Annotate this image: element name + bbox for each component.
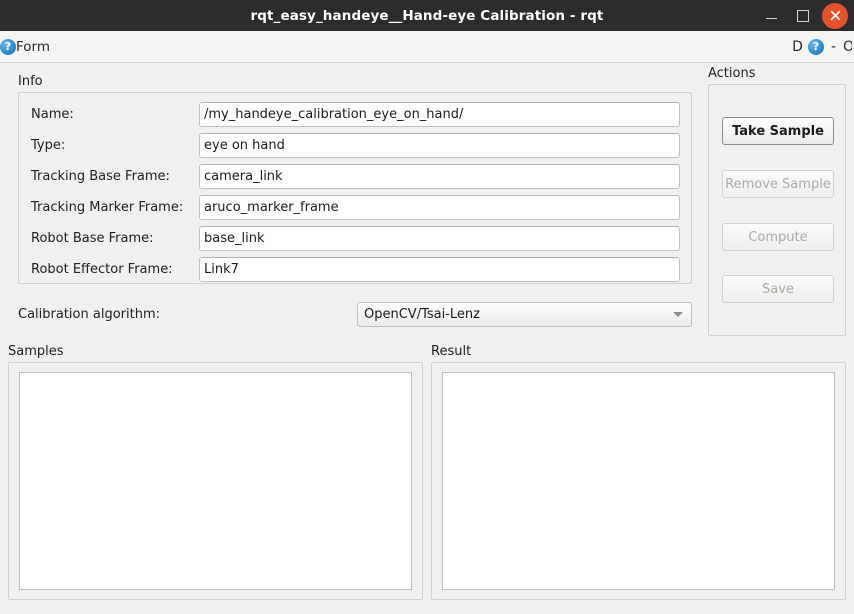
field-row-tracking-marker-frame: Tracking Marker Frame: [31,195,680,220]
samples-group-frame [8,362,423,600]
tracking-base-frame-label: Tracking Base Frame: [31,169,170,184]
tracking-base-frame-input[interactable] [199,164,680,189]
tracking-marker-frame-label: Tracking Marker Frame: [31,200,184,215]
robot-effector-frame-input[interactable] [199,257,680,282]
type-input[interactable] [199,133,680,158]
take-sample-button[interactable]: Take Sample [722,117,834,145]
calibration-algorithm-label: Calibration algorithm: [18,307,160,322]
remove-sample-button[interactable]: Remove Sample [722,170,834,198]
samples-group-title: Samples [8,344,64,359]
maximize-icon [797,9,809,22]
result-list[interactable] [442,372,835,590]
save-button[interactable]: Save [722,275,834,303]
close-icon [830,10,840,21]
field-row-robot-effector-frame: Robot Effector Frame: [31,257,680,282]
calibration-algorithm-value: OpenCV/Tsai-Lenz [364,307,480,322]
plugin-name-label: Form [16,38,51,55]
name-label: Name: [31,107,74,122]
plugin-title-group: ? Form [0,38,51,55]
result-group-frame [431,362,846,600]
help-icon[interactable]: ? [0,38,16,55]
maximize-button[interactable] [790,3,816,29]
result-group-title: Result [431,344,472,359]
toolbar-separator-dash: - [830,38,836,55]
calibration-algorithm-select[interactable]: OpenCV/Tsai-Lenz [357,302,692,327]
close-button[interactable] [822,2,848,29]
plugin-toolbar: ? Form D ? - O [0,31,854,63]
minimize-icon [765,17,777,20]
name-input[interactable] [199,102,680,127]
robot-base-frame-input[interactable] [199,226,680,251]
actions-group-frame: Take Sample Remove Sample Compute Save [708,84,846,336]
plugin-toolbar-right: D ? - O [792,31,854,62]
actions-group-title: Actions [708,66,756,81]
compute-button[interactable]: Compute [722,223,834,251]
type-label: Type: [31,138,66,153]
minimize-button[interactable] [758,3,784,29]
field-row-name: Name: [31,102,680,127]
robot-base-frame-label: Robot Base Frame: [31,231,154,246]
toolbar-letter-label: D [792,38,803,55]
field-row-type: Type: [31,133,680,158]
help-icon-secondary[interactable]: ? [807,38,824,55]
window-controls [758,0,848,31]
tracking-marker-frame-input[interactable] [199,195,680,220]
samples-list[interactable] [19,372,412,590]
application-window: rqt_easy_handeye__Hand-eye Calibration -… [0,0,854,614]
info-group-title: Info [18,74,43,89]
field-row-tracking-base-frame: Tracking Base Frame: [31,164,680,189]
toolbar-clipped-label: O [843,38,852,55]
info-group-frame: Name: Type: Tracking Base Frame: Trackin… [18,92,692,284]
field-row-robot-base-frame: Robot Base Frame: [31,226,680,251]
window-title: rqt_easy_handeye__Hand-eye Calibration -… [250,7,604,24]
chevron-down-icon [673,312,683,317]
title-bar: rqt_easy_handeye__Hand-eye Calibration -… [0,0,854,31]
robot-effector-frame-label: Robot Effector Frame: [31,262,173,277]
